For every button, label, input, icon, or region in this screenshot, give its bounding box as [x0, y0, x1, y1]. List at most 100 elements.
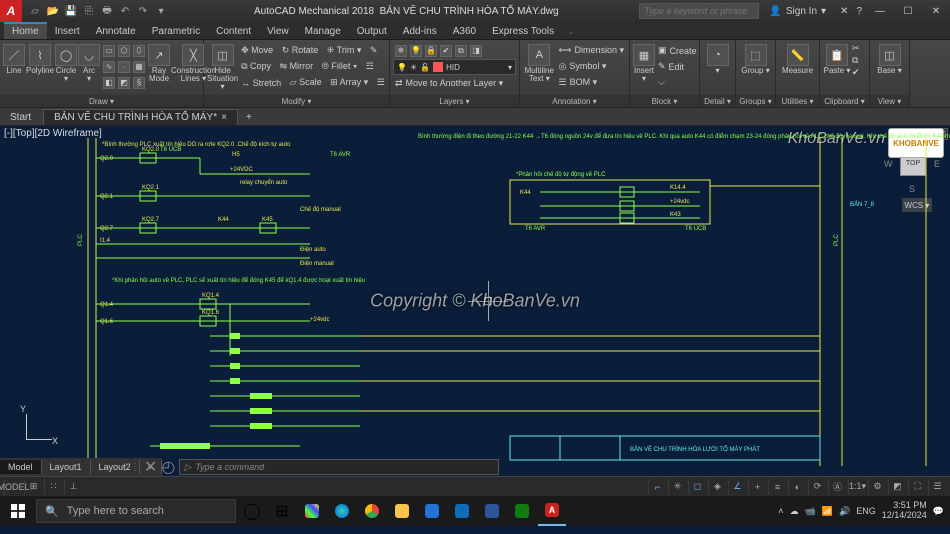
sb-cycle-icon[interactable]: ⟳: [808, 479, 826, 495]
match-icon[interactable]: ✔: [852, 67, 860, 78]
close-button[interactable]: ✕: [922, 0, 950, 22]
group-button[interactable]: ⬚Group ▾: [739, 42, 772, 75]
tab-output[interactable]: Output: [349, 24, 395, 39]
tray-lang-icon[interactable]: ENG: [856, 506, 876, 516]
help-search-input[interactable]: [639, 3, 759, 19]
layout-tab-model[interactable]: Model: [0, 460, 42, 474]
taskbar-chrome-icon[interactable]: [358, 496, 386, 526]
cortana-icon[interactable]: ◯: [238, 496, 266, 526]
tab-insert[interactable]: Insert: [47, 24, 88, 39]
drawing-canvas[interactable]: [-][Top][2D Wireframe] —☐ NSWE TOP WCS ▾…: [0, 126, 950, 476]
tab-start[interactable]: Start: [0, 110, 41, 125]
rect-icon[interactable]: ▭: [103, 45, 115, 57]
layer-prop-icon[interactable]: ⧉: [455, 45, 467, 57]
insert-block-button[interactable]: ▦Insert ▾: [633, 42, 655, 83]
tab-annotate[interactable]: Annotate: [88, 24, 144, 39]
circle-button[interactable]: ◯Circle▾: [55, 42, 77, 83]
symbol-button[interactable]: ◎ Symbol ▾: [557, 59, 626, 74]
panel-annotation-title[interactable]: Annotation ▾: [520, 95, 629, 107]
tray-meet-icon[interactable]: 📹: [805, 506, 816, 517]
sb-grid-icon[interactable]: ⊞: [24, 479, 42, 495]
taskbar-files-icon[interactable]: [388, 496, 416, 526]
cut-icon[interactable]: ✂: [852, 43, 860, 54]
taskbar-search-input[interactable]: 🔍 Type here to search: [36, 499, 236, 523]
qat-more-icon[interactable]: ▾: [154, 4, 168, 18]
qat-plot-icon[interactable]: 🖶: [100, 4, 114, 18]
tab-new-icon[interactable]: +: [240, 110, 258, 125]
sb-trans-icon[interactable]: ◐: [788, 479, 806, 495]
panel-layers-title[interactable]: Layers ▾: [390, 95, 519, 107]
start-button[interactable]: [2, 496, 34, 526]
tray-onedrive-icon[interactable]: ☁: [790, 506, 799, 517]
sb-scale-icon[interactable]: 1:1▾: [848, 479, 866, 495]
multiline-text-button[interactable]: AMultiline Text ▾: [523, 42, 556, 83]
sb-osnap-icon[interactable]: ◻: [688, 479, 706, 495]
help-icon[interactable]: ?: [856, 6, 862, 17]
sb-ortho-icon[interactable]: ⌐: [648, 479, 666, 495]
taskbar-acad-icon[interactable]: A: [538, 496, 566, 526]
move-to-layer-button[interactable]: ⇄ Move to Another Layer ▾: [393, 76, 516, 91]
point-icon[interactable]: ∙: [118, 61, 130, 73]
layer-lock-icon[interactable]: 🔒: [425, 45, 437, 57]
taskbar-edge-icon[interactable]: [328, 496, 356, 526]
paste-button[interactable]: 📋Paste ▾: [823, 42, 851, 75]
detail-button[interactable]: ◔▾: [703, 42, 732, 75]
panel-clipboard-title[interactable]: Clipboard ▾: [820, 95, 869, 107]
qat-undo-icon[interactable]: ↶: [118, 4, 132, 18]
tab-a360[interactable]: A360: [445, 24, 484, 39]
tray-volume-icon[interactable]: 🔊: [839, 506, 850, 517]
tab-file-active[interactable]: BẢN VẼ CHU TRÌNH HÒA TỔ MÁY* ×: [43, 109, 238, 125]
command-input[interactable]: ▷ Type a command: [179, 459, 499, 475]
taskbar-store-icon[interactable]: [418, 496, 446, 526]
app-menu-icon[interactable]: A: [0, 0, 22, 22]
panel-utilities-title[interactable]: Utilities ▾: [776, 95, 819, 107]
spline-icon[interactable]: ∿: [103, 61, 115, 73]
cmd-handle-icon[interactable]: ⋮⋮: [120, 462, 140, 473]
taskbar-word-icon[interactable]: [478, 496, 506, 526]
modify-row-1[interactable]: ✥ Move ↻ Rotate ⁜ Trim ▾ ✎: [239, 43, 387, 58]
sb-custom-icon[interactable]: ☰: [928, 479, 946, 495]
modify-row-2[interactable]: ⧉ Copy ⇋ Mirror ⦾ Fillet ▾ ☲: [239, 59, 387, 74]
sb-snap-icon[interactable]: ∷: [44, 479, 62, 495]
panel-block-title[interactable]: Block ▾: [630, 95, 699, 107]
tab-express[interactable]: Express Tools: [484, 24, 562, 39]
panel-groups-title[interactable]: Groups ▾: [736, 95, 775, 107]
layer-iso-icon[interactable]: ◨: [470, 45, 482, 57]
dimension-button[interactable]: ⟷ Dimension ▾: [557, 43, 626, 58]
bom-button[interactable]: ☰ BOM ▾: [557, 75, 626, 90]
tab-close-icon[interactable]: ×: [221, 112, 227, 123]
sb-lw-icon[interactable]: ≡: [768, 479, 786, 495]
block-attr-button[interactable]: ⌵: [656, 75, 699, 90]
arc-button[interactable]: ◡Arc▾: [78, 42, 100, 83]
modify-row-3[interactable]: ↔ Stretch ▱ Scale ⊞ Array ▾ ☰: [239, 75, 387, 90]
panel-view-title[interactable]: View ▾: [870, 95, 909, 107]
tab-addins[interactable]: Add-ins: [395, 24, 445, 39]
sign-in-button[interactable]: 👤 Sign In ▾: [769, 6, 826, 17]
sb-model-button[interactable]: MODEL: [4, 479, 22, 495]
wipe-icon[interactable]: ◩: [118, 77, 130, 89]
copy-icon[interactable]: ⧉: [852, 55, 860, 66]
line-button[interactable]: ／Line: [3, 42, 25, 75]
sb-dyn-icon[interactable]: +: [748, 479, 766, 495]
layer-match-icon[interactable]: ✔: [440, 45, 452, 57]
tab-home[interactable]: Home: [4, 22, 47, 39]
block-create-button[interactable]: ▣ Create: [656, 43, 699, 58]
taskbar-security-icon[interactable]: [508, 496, 536, 526]
qat-save-icon[interactable]: 💾: [64, 4, 78, 18]
qat-saveas-icon[interactable]: ⎘: [82, 4, 96, 18]
sb-iso-icon[interactable]: ◩: [888, 479, 906, 495]
hatch-icon[interactable]: ▦: [133, 61, 145, 73]
taskview-icon[interactable]: ⊞: [268, 496, 296, 526]
layer-off-icon[interactable]: 💡: [410, 45, 422, 57]
helix-icon[interactable]: §: [133, 77, 145, 89]
tray-wifi-icon[interactable]: 📶: [822, 506, 833, 517]
minimize-button[interactable]: —: [866, 0, 894, 22]
ray-mode-button[interactable]: ↗Ray Mode: [148, 42, 170, 83]
block-edit-button[interactable]: ✎ Edit: [656, 59, 699, 74]
sb-infer-icon[interactable]: ⊥: [64, 479, 82, 495]
taskbar-app-1-icon[interactable]: [298, 496, 326, 526]
tray-notifications-icon[interactable]: 💬: [933, 506, 944, 517]
sb-3dosnap-icon[interactable]: ◈: [708, 479, 726, 495]
taskbar-clock[interactable]: 3:51 PM12/14/2024: [882, 501, 927, 521]
polyline-button[interactable]: ⌇Polyline: [26, 42, 54, 75]
